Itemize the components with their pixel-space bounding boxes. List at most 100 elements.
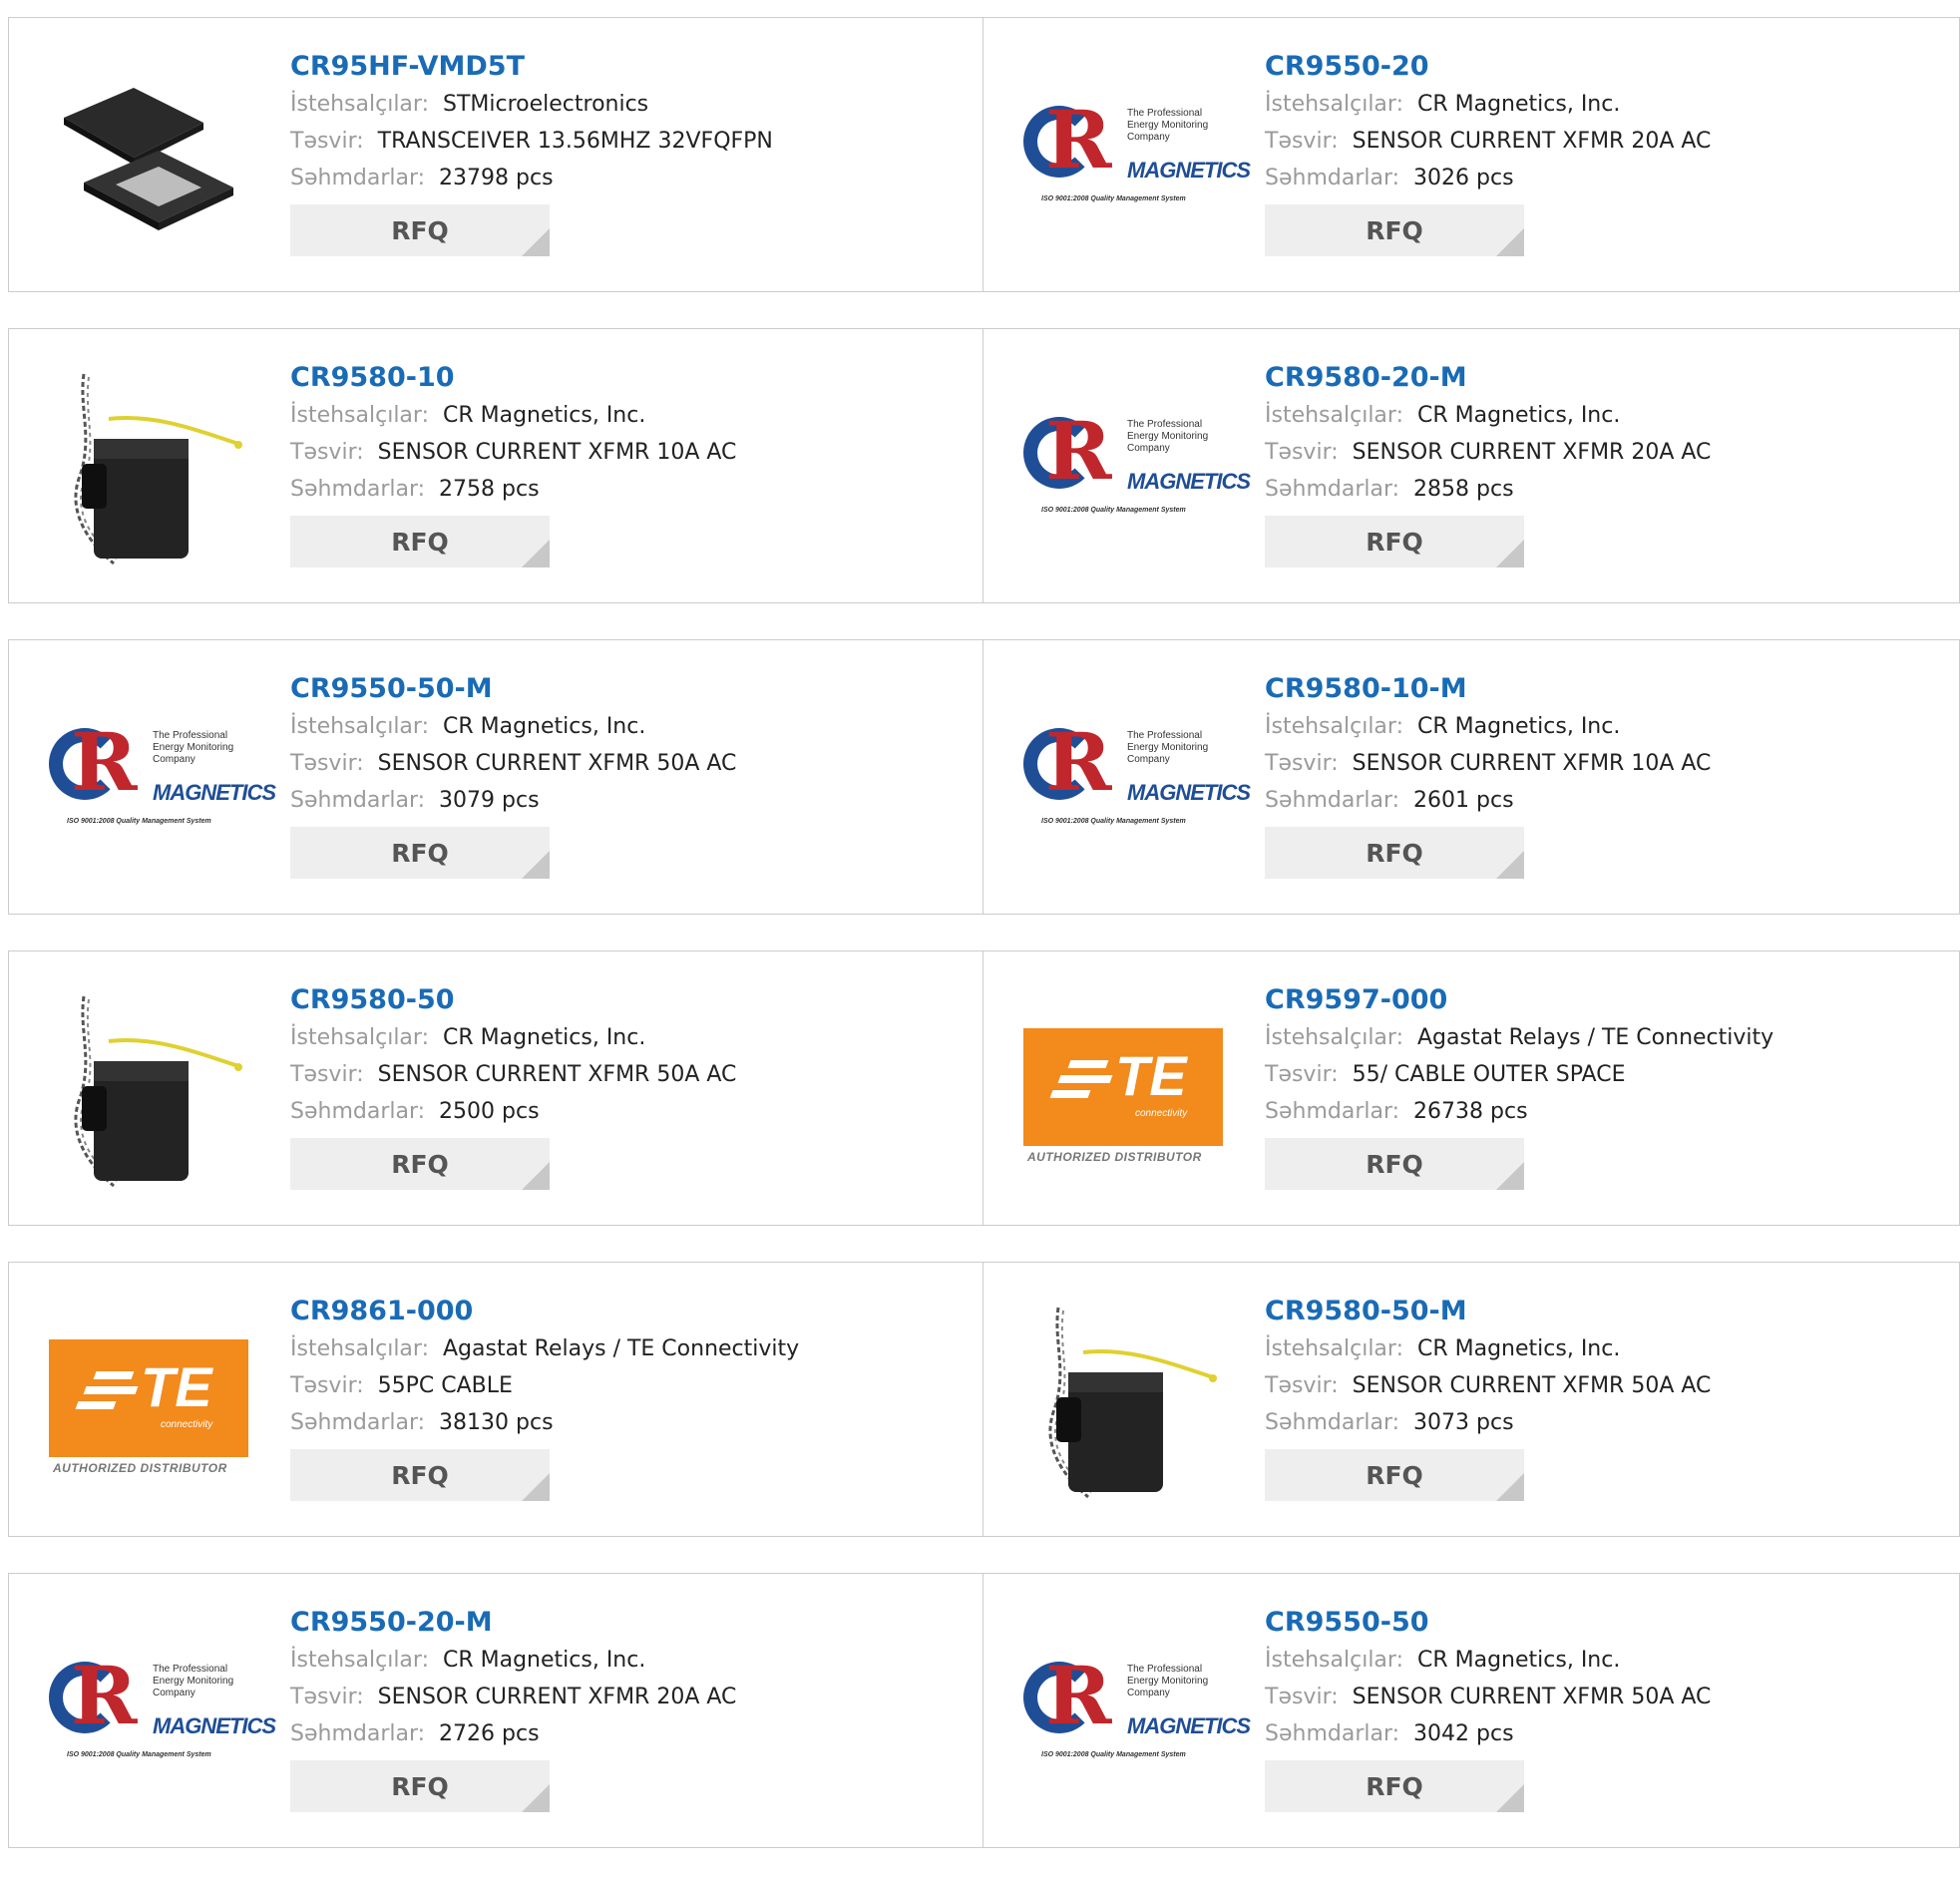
manufacturer-row: İstehsalçılar: CR Magnetics, Inc.: [290, 1019, 736, 1056]
manufacturer-row: İstehsalçılar: CR Magnetics, Inc.: [1265, 397, 1711, 434]
description-row: Təsvir: SENSOR CURRENT XFMR 20A AC: [290, 1679, 736, 1715]
cr-magnetics-logo: R The Professional Energy Monitoring Com…: [1023, 409, 1251, 529]
part-number-link[interactable]: CR9580-50-M: [1265, 1293, 1711, 1330]
product-image[interactable]: [49, 991, 248, 1191]
sensor-icon: [74, 995, 242, 1188]
product-image[interactable]: R The Professional Energy Monitoring Com…: [49, 1614, 276, 1813]
part-number-link[interactable]: CR9580-10: [290, 359, 736, 397]
description-value: SENSOR CURRENT XFMR 50A AC: [377, 751, 737, 776]
rfq-button[interactable]: RFQ: [290, 1760, 550, 1812]
part-number-link[interactable]: CR9580-20-M: [1265, 359, 1711, 397]
part-number-link[interactable]: CR9550-50-M: [290, 670, 736, 708]
part-number-link[interactable]: CR9861-000: [290, 1293, 799, 1330]
rfq-button[interactable]: RFQ: [1265, 1760, 1524, 1812]
manufacturer-value: CR Magnetics, Inc.: [1416, 1336, 1621, 1361]
rfq-button[interactable]: RFQ: [1265, 516, 1524, 567]
manufacturer-label: İstehsalçılar:: [290, 1648, 429, 1673]
product-info: CR9580-10-M İstehsalçılar: CR Magnetics, …: [1265, 670, 1711, 879]
corner-triangle-icon: [522, 228, 550, 256]
product-image[interactable]: TE connectivity AUTHORIZED DISTRIBUTOR: [1023, 991, 1223, 1191]
description-row: Təsvir: TRANSCEIVER 13.56MHZ 32VFQFPN: [290, 123, 773, 160]
part-number-link[interactable]: CR9550-20: [1265, 48, 1711, 86]
part-number-link[interactable]: CR9580-50: [290, 981, 736, 1019]
part-number-link[interactable]: CR95HF-VMD5T: [290, 48, 773, 86]
manufacturer-value: CR Magnetics, Inc.: [442, 1025, 646, 1050]
product-card: R The Professional Energy Monitoring Com…: [983, 328, 1960, 603]
product-image[interactable]: [1023, 1303, 1223, 1502]
product-card: R The Professional Energy Monitoring Com…: [8, 639, 983, 915]
description-label: Təsvir:: [290, 1062, 364, 1087]
description-value: SENSOR CURRENT XFMR 10A AC: [1352, 751, 1712, 776]
description-value: 55/ CABLE OUTER SPACE: [1352, 1062, 1626, 1087]
description-row: Təsvir: SENSOR CURRENT XFMR 50A AC: [290, 1056, 736, 1093]
description-value: SENSOR CURRENT XFMR 10A AC: [377, 440, 737, 465]
stock-value: 38130 pcs: [439, 1410, 554, 1435]
rfq-label: RFQ: [1366, 1771, 1423, 1801]
manufacturer-label: İstehsalçılar:: [1265, 1648, 1403, 1673]
part-number-link[interactable]: CR9550-50: [1265, 1604, 1711, 1642]
rfq-button[interactable]: RFQ: [1265, 1138, 1524, 1190]
product-info: CR9550-20-M İstehsalçılar: CR Magnetics, …: [290, 1604, 736, 1812]
manufacturer-row: İstehsalçılar: STMicroelectronics: [290, 86, 773, 123]
stock-label: Səhmdarlar:: [1265, 1099, 1400, 1124]
te-connectivity-logo: TE connectivity AUTHORIZED DISTRIBUTOR: [49, 1327, 248, 1477]
rfq-button[interactable]: RFQ: [290, 1449, 550, 1501]
corner-triangle-icon: [1496, 1784, 1524, 1812]
product-row: CR9580-50 İstehsalçılar: CR Magnetics, In…: [8, 950, 1960, 1226]
corner-triangle-icon: [1496, 851, 1524, 879]
stock-value: 2500 pcs: [439, 1099, 540, 1124]
description-value: TRANSCEIVER 13.56MHZ 32VFQFPN: [377, 129, 773, 154]
product-image[interactable]: [49, 58, 248, 257]
rfq-label: RFQ: [1366, 215, 1423, 245]
description-label: Təsvir:: [290, 440, 364, 465]
corner-triangle-icon: [1496, 1473, 1524, 1501]
manufacturer-value: CR Magnetics, Inc.: [1416, 1648, 1621, 1673]
product-info: CR95HF-VMD5T İstehsalçılar: STMicroelectr…: [290, 48, 773, 256]
manufacturer-value: CR Magnetics, Inc.: [442, 1648, 646, 1673]
cr-magnetics-logo: R The Professional Energy Monitoring Com…: [49, 1654, 276, 1773]
product-card: TE connectivity AUTHORIZED DISTRIBUTOR C…: [983, 950, 1960, 1226]
product-info: CR9550-50 İstehsalçılar: CR Magnetics, In…: [1265, 1604, 1711, 1812]
description-label: Təsvir:: [1265, 1373, 1339, 1398]
description-label: Təsvir:: [1265, 129, 1339, 154]
rfq-button[interactable]: RFQ: [290, 1138, 550, 1190]
manufacturer-value: CR Magnetics, Inc.: [1416, 92, 1621, 117]
product-image[interactable]: R The Professional Energy Monitoring Com…: [1023, 680, 1251, 880]
product-image[interactable]: R The Professional Energy Monitoring Com…: [1023, 1614, 1251, 1813]
product-info: CR9580-20-M İstehsalçılar: CR Magnetics, …: [1265, 359, 1711, 567]
rfq-button[interactable]: RFQ: [1265, 1449, 1524, 1501]
part-number-link[interactable]: CR9597-000: [1265, 981, 1773, 1019]
manufacturer-label: İstehsalçılar:: [290, 1025, 429, 1050]
product-image[interactable]: R The Professional Energy Monitoring Com…: [1023, 369, 1251, 568]
rfq-button[interactable]: RFQ: [1265, 204, 1524, 256]
manufacturer-value: Agastat Relays / TE Connectivity: [1416, 1025, 1774, 1050]
part-number-link[interactable]: CR9550-20-M: [290, 1604, 736, 1642]
manufacturer-label: İstehsalçılar:: [1265, 1336, 1403, 1361]
rfq-button[interactable]: RFQ: [290, 516, 550, 567]
description-row: Təsvir: SENSOR CURRENT XFMR 50A AC: [1265, 1367, 1711, 1404]
product-image[interactable]: R The Professional Energy Monitoring Com…: [49, 680, 276, 880]
description-label: Təsvir:: [290, 751, 364, 776]
chip-icon: [64, 88, 233, 230]
rfq-button[interactable]: RFQ: [290, 204, 550, 256]
rfq-button[interactable]: RFQ: [1265, 827, 1524, 879]
corner-triangle-icon: [522, 851, 550, 879]
rfq-label: RFQ: [391, 1149, 449, 1179]
product-info: CR9550-20 İstehsalçılar: CR Magnetics, In…: [1265, 48, 1711, 256]
manufacturer-value: STMicroelectronics: [442, 92, 649, 117]
stock-label: Səhmdarlar:: [290, 1721, 426, 1746]
stock-label: Səhmdarlar:: [1265, 1721, 1400, 1746]
description-label: Təsvir:: [290, 1685, 364, 1709]
corner-triangle-icon: [1496, 540, 1524, 567]
stock-value: 3073 pcs: [1413, 1410, 1514, 1435]
product-image[interactable]: [49, 369, 248, 568]
corner-triangle-icon: [522, 540, 550, 567]
rfq-label: RFQ: [1366, 527, 1423, 557]
product-image[interactable]: TE connectivity AUTHORIZED DISTRIBUTOR: [49, 1303, 248, 1502]
product-card: R The Professional Energy Monitoring Com…: [983, 1573, 1960, 1848]
product-image[interactable]: R The Professional Energy Monitoring Com…: [1023, 58, 1251, 257]
cr-magnetics-logo: R The Professional Energy Monitoring Com…: [1023, 720, 1251, 840]
stock-label: Səhmdarlar:: [290, 1410, 426, 1435]
part-number-link[interactable]: CR9580-10-M: [1265, 670, 1711, 708]
rfq-button[interactable]: RFQ: [290, 827, 550, 879]
